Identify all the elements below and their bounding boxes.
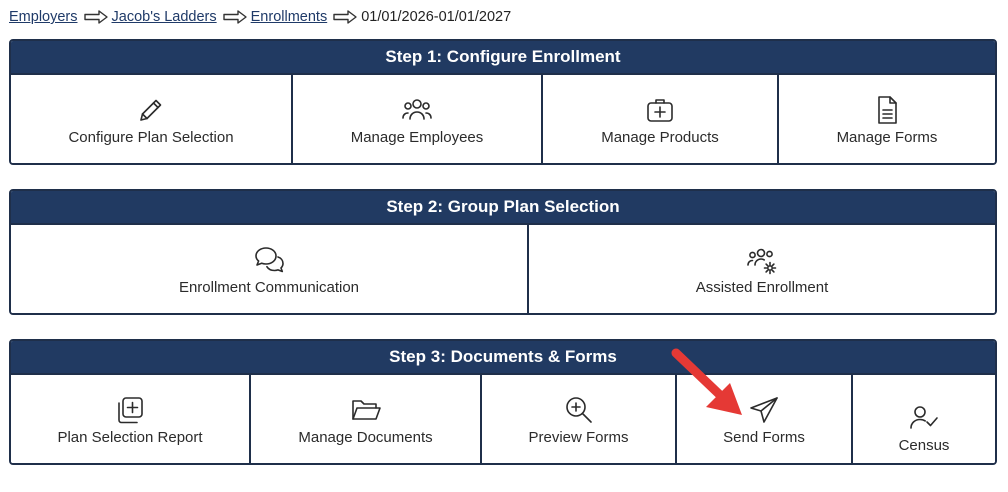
users-gear-icon	[745, 243, 779, 277]
tile-label: Census	[898, 436, 950, 454]
step-2-title: Step 2: Group Plan Selection	[11, 191, 995, 225]
folder-open-icon	[349, 393, 383, 427]
manage-employees-tile[interactable]: Manage Employees	[293, 75, 543, 163]
step-1-panel: Step 1: Configure Enrollment Configure P…	[9, 39, 997, 165]
copy-plus-icon	[113, 393, 147, 427]
breadcrumb-enrollments-link[interactable]: Enrollments	[251, 9, 328, 25]
tile-label: Send Forms	[723, 428, 805, 446]
configure-plan-selection-tile[interactable]: Configure Plan Selection	[11, 75, 293, 163]
medical-kit-icon	[643, 93, 677, 127]
paper-plane-icon	[747, 393, 781, 427]
assisted-enrollment-tile[interactable]: Assisted Enrollment	[529, 225, 995, 313]
census-tile[interactable]: Census	[853, 375, 995, 463]
manage-forms-tile[interactable]: Manage Forms	[779, 75, 995, 163]
step-1-title: Step 1: Configure Enrollment	[11, 41, 995, 75]
tile-label: Manage Documents	[298, 428, 433, 446]
send-forms-tile[interactable]: Send Forms	[677, 375, 853, 463]
step-3-panel: Step 3: Documents & Forms Plan Selection…	[9, 339, 997, 465]
pencil-icon	[134, 93, 168, 127]
arrow-right-icon	[333, 10, 357, 24]
tile-label: Preview Forms	[528, 428, 629, 446]
plan-selection-report-tile[interactable]: Plan Selection Report	[11, 375, 251, 463]
chat-bubbles-icon	[252, 243, 286, 277]
users-icon	[400, 93, 434, 127]
tile-label: Enrollment Communication	[178, 278, 360, 296]
breadcrumb-employers-link[interactable]: Employers	[9, 9, 78, 25]
tile-label: Configure Plan Selection	[68, 128, 234, 146]
breadcrumb: Employers Jacob's Ladders Enrollments 01…	[9, 7, 511, 27]
tile-label: Manage Employees	[350, 128, 484, 146]
breadcrumb-employer-link[interactable]: Jacob's Ladders	[112, 9, 217, 25]
manage-products-tile[interactable]: Manage Products	[543, 75, 779, 163]
enrollment-communication-tile[interactable]: Enrollment Communication	[11, 225, 529, 313]
document-icon	[870, 93, 904, 127]
user-check-icon	[907, 401, 941, 435]
arrow-right-icon	[222, 10, 247, 24]
preview-forms-tile[interactable]: Preview Forms	[482, 375, 677, 463]
zoom-in-icon	[562, 393, 596, 427]
tile-label: Plan Selection Report	[57, 428, 203, 446]
tile-label: Manage Forms	[836, 128, 938, 146]
tile-label: Manage Products	[601, 128, 719, 146]
step-3-title: Step 3: Documents & Forms	[11, 341, 995, 375]
arrow-right-icon	[83, 10, 108, 24]
manage-documents-tile[interactable]: Manage Documents	[251, 375, 482, 463]
tile-label: Assisted Enrollment	[695, 278, 829, 296]
step-2-panel: Step 2: Group Plan Selection Enrollment …	[9, 189, 997, 315]
breadcrumb-current-period: 01/01/2026-01/01/2027	[361, 9, 512, 25]
